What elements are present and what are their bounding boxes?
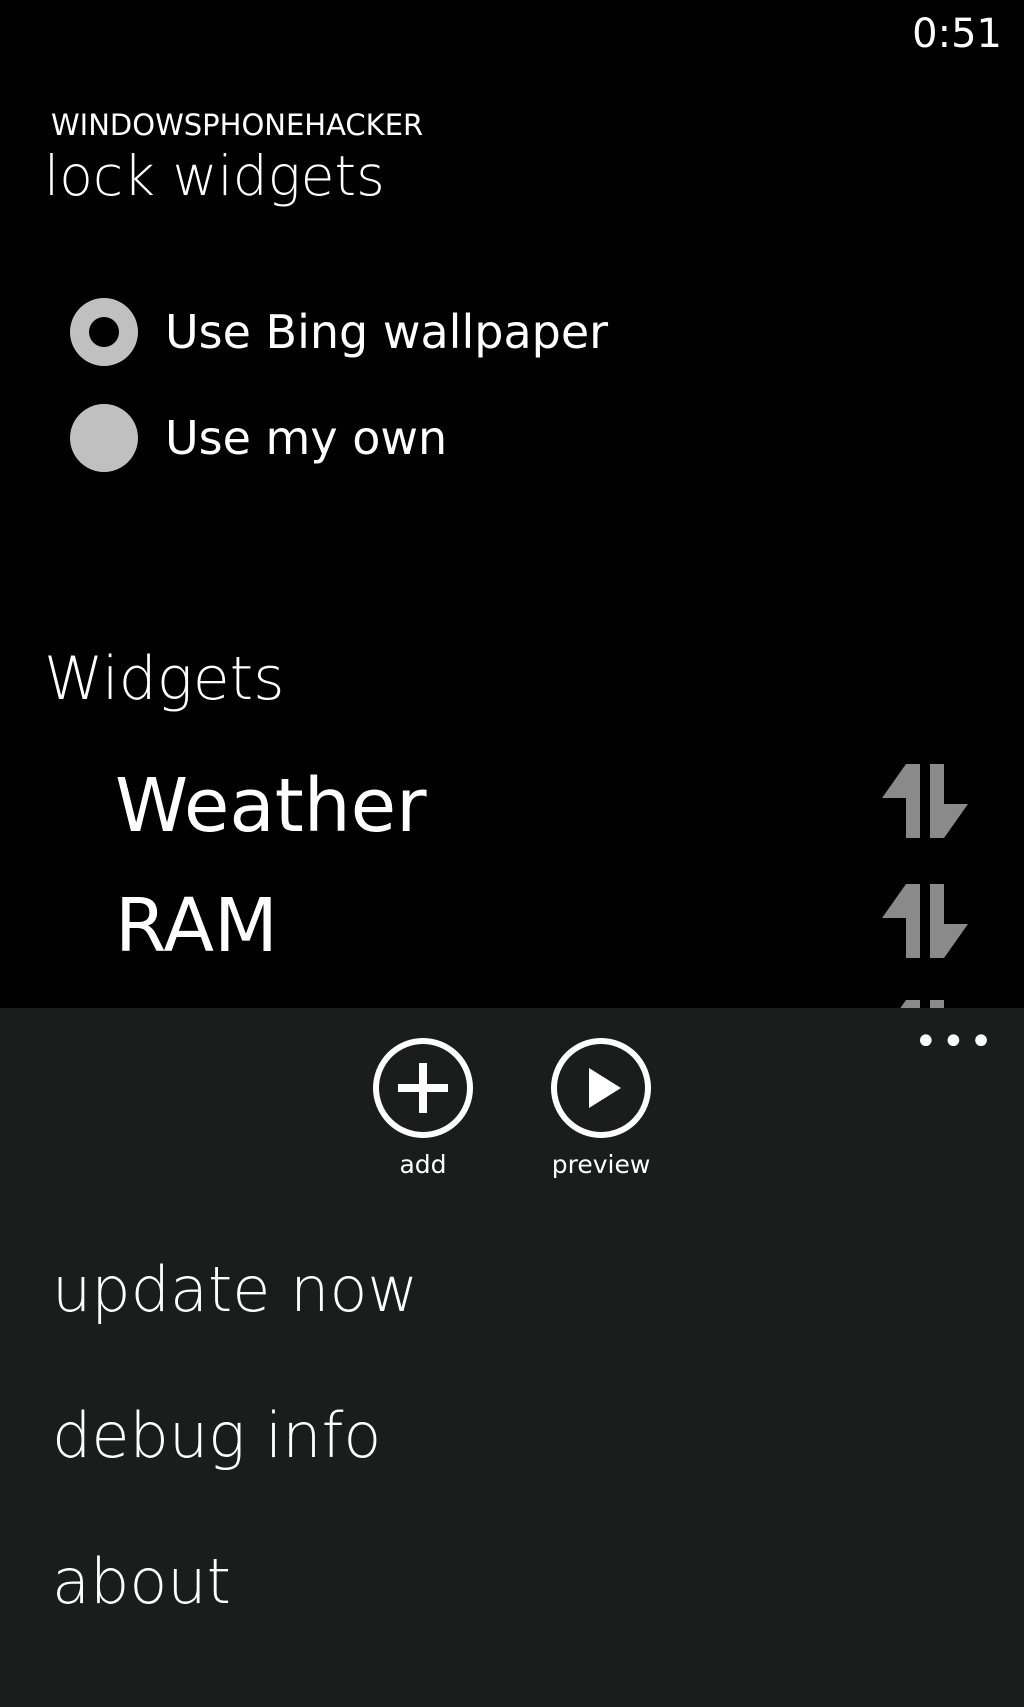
preview-button-label: preview xyxy=(551,1150,651,1179)
add-circle-icon xyxy=(373,1038,473,1138)
widget-label: Weather xyxy=(115,763,427,849)
status-time: 0:51 xyxy=(912,11,1002,57)
lock-widgets-screen: 0:51 WINDOWSPHONEHACKER lock widgets Use… xyxy=(0,0,1024,1707)
menu-item-update-now[interactable]: update now xyxy=(52,1252,418,1328)
radio-label: Use Bing wallpaper xyxy=(165,305,609,359)
play-circle-icon xyxy=(551,1038,651,1138)
ellipsis-icon[interactable]: ••• xyxy=(914,1022,993,1062)
radio-button-unchecked[interactable] xyxy=(70,404,138,472)
reorder-icon[interactable] xyxy=(880,756,970,846)
reorder-icon[interactable] xyxy=(880,876,970,966)
menu-item-debug-info[interactable]: debug info xyxy=(52,1398,381,1474)
radio-option-own-wallpaper[interactable]: Use my own xyxy=(70,403,447,473)
menu-item-about[interactable]: about xyxy=(52,1544,231,1620)
page-title: lock widgets xyxy=(44,144,385,208)
app-name: WINDOWSPHONEHACKER xyxy=(51,108,424,142)
widget-label: RAM xyxy=(115,883,278,969)
add-button[interactable]: add xyxy=(353,1036,493,1196)
reorder-icon-partial xyxy=(880,992,970,1008)
widget-item-weather[interactable]: Weather xyxy=(0,750,1024,860)
preview-button[interactable]: preview xyxy=(531,1036,671,1196)
radio-option-bing-wallpaper[interactable]: Use Bing wallpaper xyxy=(70,297,608,367)
widget-item-ram[interactable]: RAM xyxy=(0,870,1024,980)
add-button-label: add xyxy=(399,1150,447,1179)
radio-button-checked[interactable] xyxy=(70,298,138,366)
radio-label: Use my own xyxy=(165,411,448,465)
widgets-section-title: Widgets xyxy=(44,644,285,714)
